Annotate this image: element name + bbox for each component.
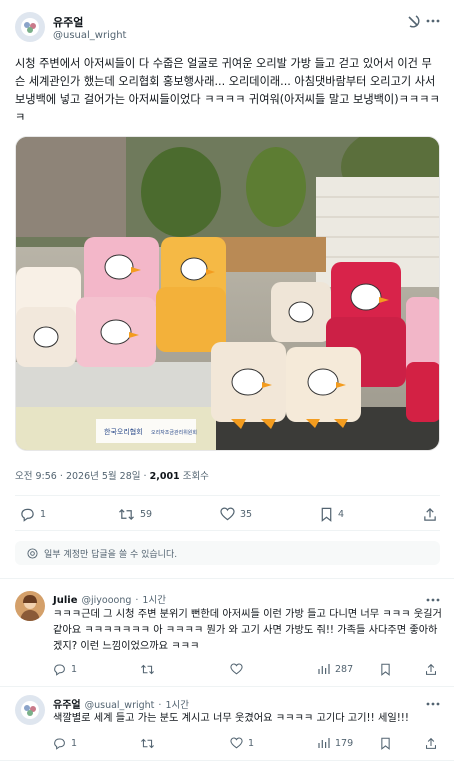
reply-header: 유주얼 @usual_wright · 1시간 <box>53 696 189 711</box>
bookmark-icon <box>381 663 390 676</box>
reply-separator: · <box>158 700 162 711</box>
author-name[interactable]: 유주얼 <box>53 14 83 30</box>
divider <box>15 530 440 531</box>
post-date[interactable]: 2026년 5월 28일 <box>66 471 141 482</box>
reply-avatar[interactable] <box>15 695 45 725</box>
divider <box>0 578 454 579</box>
reply-header: Julie @jiyooong · 1시간 <box>53 592 166 606</box>
post-text: 시청 주변에서 아저씨들이 다 수줍은 얼굴로 귀여운 오리발 가방 들고 걷고… <box>15 57 440 124</box>
like-count: 1 <box>248 737 255 749</box>
reply-text: ㅋㅋㅋ근데 그 시청 주변 분위기 뻔한데 아저씨들 이런 가방 들고 다니면 … <box>53 609 442 652</box>
reply-icon <box>54 664 65 676</box>
reply-icon <box>21 508 34 522</box>
meta-separator: · <box>143 471 147 482</box>
like-icon <box>220 507 235 521</box>
reply-button[interactable]: 1 <box>53 663 77 676</box>
bookmark-button[interactable]: 4 <box>320 507 344 522</box>
banner-text-2: 오리자조금관리위원회 <box>151 429 197 436</box>
divider <box>0 686 454 687</box>
more-icon[interactable] <box>423 11 443 31</box>
repost-button[interactable] <box>140 737 155 750</box>
bookmark-button[interactable] <box>380 737 391 750</box>
reply-count: 1 <box>71 664 78 675</box>
views-count: 287 <box>335 663 354 675</box>
repost-icon <box>141 738 154 749</box>
divider <box>15 495 440 496</box>
post-meta: 오전 9:56 · 2026년 5월 28일 · 2,001 조회수 <box>15 468 209 482</box>
repost-button[interactable]: 59 <box>118 507 152 522</box>
bookmark-icon <box>381 737 390 750</box>
author-avatar[interactable] <box>15 12 45 42</box>
share-button[interactable] <box>425 737 437 750</box>
share-button[interactable] <box>425 663 437 676</box>
like-icon <box>230 737 243 749</box>
reply-handle[interactable]: @usual_wright <box>85 700 155 711</box>
reply-count: 1 <box>40 509 47 520</box>
repost-icon <box>119 508 134 521</box>
views-button[interactable]: 287 <box>318 663 353 675</box>
divider <box>0 760 454 761</box>
views-icon <box>318 664 330 674</box>
views-button[interactable]: 179 <box>318 737 353 749</box>
views-icon <box>318 738 330 748</box>
reply-button[interactable]: 1 <box>20 507 46 522</box>
reply-button[interactable]: 1 <box>53 737 77 750</box>
like-button[interactable]: 1 <box>230 737 254 749</box>
bookmark-count: 4 <box>338 509 345 520</box>
post-time[interactable]: 오전 9:56 <box>15 471 57 482</box>
like-count: 35 <box>240 508 253 520</box>
share-icon <box>426 663 436 675</box>
reply-name[interactable]: 유주얼 <box>53 696 81 711</box>
notice-text: 일부 계정만 답글을 쓸 수 있습니다. <box>44 549 178 560</box>
like-button[interactable] <box>230 663 243 675</box>
post-photo[interactable]: 한국오리협회 오리자조금관리위원회 <box>15 136 440 451</box>
banner-text: 한국오리협회 <box>104 427 143 436</box>
grok-icon[interactable] <box>403 11 423 31</box>
reply-restriction-notice: 일부 계정만 답글을 쓸 수 있습니다. <box>15 541 440 565</box>
reply-name[interactable]: Julie <box>53 595 77 606</box>
share-button[interactable] <box>423 507 437 522</box>
reply-avatar[interactable] <box>15 591 45 621</box>
reply-separator: · <box>135 595 139 606</box>
reply-time[interactable]: 1시간 <box>142 592 166 606</box>
reply-time[interactable]: 1시간 <box>165 697 189 711</box>
reply-text: 색깔별로 세계 들고 가는 분도 계시고 너무 웃겼어요 ㅋㅋㅋㅋ 고기다 고기… <box>53 713 409 724</box>
author-handle[interactable]: @usual_wright <box>53 30 126 41</box>
mention-icon <box>27 547 38 559</box>
repost-button[interactable] <box>140 663 155 676</box>
like-button[interactable]: 35 <box>220 507 252 521</box>
repost-count: 59 <box>140 509 153 520</box>
reply-handle[interactable]: @jiyooong <box>81 595 131 606</box>
meta-separator: · <box>59 471 63 482</box>
repost-icon <box>141 664 154 675</box>
reply-count: 1 <box>71 738 78 749</box>
share-icon <box>426 737 436 749</box>
bookmark-button[interactable] <box>380 663 391 676</box>
like-icon <box>230 663 243 675</box>
views-label: 조회수 <box>182 471 209 482</box>
bookmark-icon <box>321 507 332 522</box>
views-count: 179 <box>335 737 354 749</box>
share-icon <box>424 508 436 521</box>
views-count: 2,001 <box>149 471 180 482</box>
reply-icon <box>54 738 65 750</box>
